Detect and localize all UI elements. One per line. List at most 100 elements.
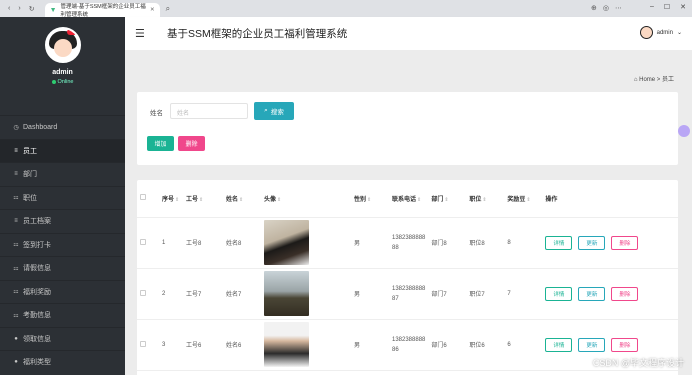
select-all-cell[interactable] xyxy=(137,180,159,218)
name-search-input[interactable]: 姓名 xyxy=(170,103,248,119)
assistant-icon[interactable] xyxy=(678,125,690,137)
sidebar-item[interactable]: ⚏ 职位 xyxy=(0,185,125,210)
row-checkbox[interactable] xyxy=(140,289,146,296)
delete-button[interactable]: 删除 xyxy=(611,235,639,250)
row-actions: 详情 更新 删除 xyxy=(545,337,675,352)
employee-photo[interactable] xyxy=(264,271,309,316)
main-area: ☰ 基于SSM框架的企业员工福利管理系统 admin ⌄ ⌂ Home > 员工… xyxy=(125,17,692,375)
column-header[interactable]: 性别⇕ xyxy=(351,180,389,218)
row-checkbox[interactable] xyxy=(140,238,146,245)
column-header[interactable]: 部门⇕ xyxy=(428,180,467,218)
user-icon: ● xyxy=(14,359,18,366)
cell-bonus: 8 xyxy=(504,217,543,269)
phone-line-1: 1382388888 xyxy=(392,234,426,241)
cell-phone: 1382388888 86 xyxy=(389,319,429,371)
sort-icon[interactable]: ⇕ xyxy=(526,197,530,203)
search-button[interactable]: ⌕ 搜索 xyxy=(254,102,294,120)
list-icon: ≡ xyxy=(14,147,18,154)
sort-icon[interactable]: ⇕ xyxy=(444,197,448,203)
phone-line-2: 88 xyxy=(392,244,399,251)
column-header-label: 性别 xyxy=(354,196,367,203)
employee-photo[interactable] xyxy=(264,220,309,265)
name-label: 姓名 xyxy=(150,110,163,117)
sidebar-item[interactable]: ◷ Dashboard xyxy=(0,115,125,139)
select-all-checkbox[interactable] xyxy=(140,194,146,201)
close-icon[interactable]: ✕ xyxy=(150,7,155,13)
minimize-icon[interactable]: – xyxy=(650,3,654,11)
reload-icon[interactable]: ↻ xyxy=(29,5,35,13)
row-actions: 详情 更新 删除 xyxy=(545,235,675,250)
browser-nav: ‹ › ↻ xyxy=(0,0,35,17)
row-checkbox[interactable] xyxy=(140,340,146,347)
window-close-icon[interactable]: ✕ xyxy=(680,3,686,11)
sort-icon[interactable]: ⇕ xyxy=(482,197,486,203)
row-select-cell[interactable] xyxy=(137,268,159,320)
sort-icon[interactable]: ⇕ xyxy=(417,197,421,203)
avatar-face xyxy=(53,39,72,57)
sidebar-item[interactable]: ● 福利类型 xyxy=(0,350,125,374)
update-button[interactable]: 更新 xyxy=(578,235,606,250)
detail-button[interactable]: 详情 xyxy=(545,286,573,301)
cell-phone: 1382388888 88 xyxy=(389,217,429,269)
sort-icon[interactable]: ⇕ xyxy=(277,197,281,203)
home-icon[interactable]: ⌂ xyxy=(634,77,638,83)
header: ☰ 基于SSM框架的企业员工福利管理系统 admin ⌄ xyxy=(125,17,692,50)
sidebar-item[interactable]: ≡ 部门 xyxy=(0,162,125,186)
sidebar-item[interactable]: ≡ 员工档案 xyxy=(0,209,125,233)
cell-dept: 部门7 xyxy=(428,268,467,320)
detail-button[interactable]: 详情 xyxy=(545,337,573,352)
cell-emp-id: 工号8 xyxy=(183,217,223,269)
menu-dots-icon[interactable]: ⋯ xyxy=(615,4,622,12)
sort-icon[interactable]: ⇕ xyxy=(239,197,243,203)
maximize-icon[interactable]: ☐ xyxy=(664,3,670,11)
sidebar-item[interactable]: ⚏ 请假信息 xyxy=(0,256,125,280)
translate-icon[interactable]: ⊕ xyxy=(591,4,597,12)
forward-icon[interactable]: › xyxy=(18,5,20,12)
back-icon[interactable]: ‹ xyxy=(8,5,10,12)
search-card: 姓名 姓名 ⌕ 搜索 增加 删除 xyxy=(137,92,678,165)
cell-name: 姓名8 xyxy=(223,217,261,269)
table-card: 序号⇕ 工号⇕ 姓名⇕ 头像⇕ 性别⇕ 联系电话⇕ 部门⇕ 职位⇕ 奖励豆⇕ 操作 1 工号8 姓名8… xyxy=(137,180,678,375)
update-button[interactable]: 更新 xyxy=(578,337,606,352)
row-select-cell[interactable] xyxy=(137,217,159,269)
sidebar-item[interactable]: ≡ 员工 xyxy=(0,138,125,162)
list-icon: ≡ xyxy=(14,218,18,225)
column-header[interactable]: 联系电话⇕ xyxy=(389,180,429,218)
column-header[interactable]: 工号⇕ xyxy=(183,180,223,218)
toolbar-icons: ⊕ ◎ ⋯ xyxy=(591,4,622,12)
update-button[interactable]: 更新 xyxy=(578,286,606,301)
browser-tab[interactable]: ▼ 管理端-基于SSM框架的企业员工福利管理系统 ✕ xyxy=(44,3,160,18)
sort-icon[interactable]: ⇕ xyxy=(199,197,203,203)
search-icon[interactable]: ⌕ xyxy=(166,4,170,14)
column-header[interactable]: 职位⇕ xyxy=(466,180,505,218)
cell-position: 职位6 xyxy=(466,319,505,371)
detail-button[interactable]: 详情 xyxy=(545,235,573,250)
row-select-cell[interactable] xyxy=(137,319,159,371)
delete-button[interactable]: 删除 xyxy=(611,337,639,352)
user-menu[interactable]: admin ⌄ xyxy=(639,26,682,39)
sidebar-item[interactable]: ⚏ 福利奖励 xyxy=(0,279,125,304)
add-button[interactable]: 增加 xyxy=(147,136,174,151)
cell-ops: 详情 更新 删除 xyxy=(542,268,678,320)
sort-icon[interactable]: ⇕ xyxy=(175,197,179,203)
delete-button[interactable]: 删除 xyxy=(611,286,639,301)
batch-delete-button[interactable]: 删除 xyxy=(178,136,205,151)
globe-icon[interactable]: ◎ xyxy=(603,4,609,12)
breadcrumb-home[interactable]: Home xyxy=(639,77,655,83)
column-header[interactable]: 奖励豆⇕ xyxy=(504,180,543,218)
column-header[interactable]: 头像⇕ xyxy=(261,180,351,218)
employee-photo[interactable] xyxy=(264,322,309,367)
phone-line-2: 86 xyxy=(392,346,399,353)
hamburger-icon[interactable]: ☰ xyxy=(135,27,155,40)
sidebar-item[interactable]: ● 领取信息 xyxy=(0,326,125,351)
phone-line-1: 1382388888 xyxy=(392,285,426,292)
user-avatar xyxy=(639,26,653,39)
sort-icon[interactable]: ⇕ xyxy=(367,197,371,203)
cell-position: 职位7 xyxy=(466,268,505,320)
column-header[interactable]: 序号⇕ xyxy=(159,180,183,218)
sidebar-item[interactable]: ⚏ 考勤信息 xyxy=(0,303,125,327)
grid-icon: ⚏ xyxy=(13,242,19,249)
sidebar-item[interactable]: ⚏ 签到打卡 xyxy=(0,232,125,257)
browser-tabbar: ‹ › ↻ ▼ 管理端-基于SSM框架的企业员工福利管理系统 ✕ ⌕ ⊕ ◎ ⋯… xyxy=(0,0,692,18)
column-header[interactable]: 姓名⇕ xyxy=(223,180,261,218)
